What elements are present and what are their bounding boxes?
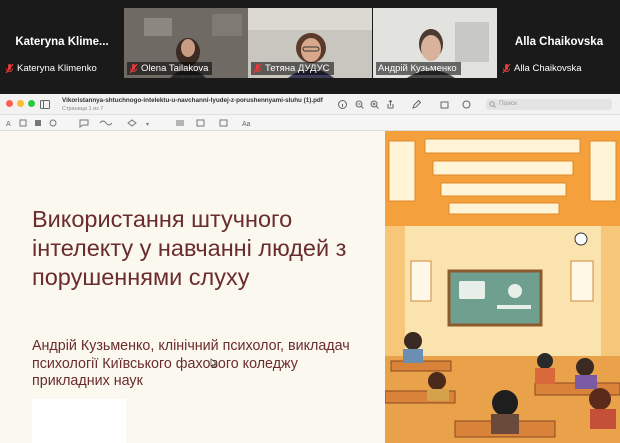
participant-tile[interactable]: Тетяна ДУДУС bbox=[248, 8, 372, 78]
info-icon[interactable] bbox=[338, 100, 347, 109]
share-icon[interactable] bbox=[386, 100, 395, 109]
participant-caption: Alla Chaikovska bbox=[500, 62, 586, 75]
zoom-window-button[interactable] bbox=[28, 100, 35, 107]
zoom-out-icon[interactable] bbox=[355, 100, 364, 109]
participant-caption-text: Kateryna Klimenko bbox=[17, 63, 97, 74]
mic-muted-icon bbox=[129, 63, 138, 74]
participant-caption-text: Alla Chaikovska bbox=[514, 63, 582, 74]
mic-muted-icon bbox=[502, 63, 511, 74]
slide-title: Використання штучного інтелекту у навчан… bbox=[32, 206, 347, 290]
annotation-tools[interactable]: A ▾ Aa bbox=[0, 115, 620, 131]
document-page-info: Страница 1 из 7 bbox=[62, 106, 104, 112]
search-field[interactable]: Поиск bbox=[486, 99, 612, 110]
annotation-toolbar: A ▾ Aa bbox=[0, 115, 620, 131]
mic-muted-icon bbox=[5, 63, 14, 74]
window-controls bbox=[6, 100, 35, 107]
participant-tile[interactable]: Olena Tailakova bbox=[124, 8, 248, 78]
participant-name: Alla Chaikovska bbox=[514, 36, 604, 48]
document-filename: Vikoristannya-shtuchnogo-intelektu-u-nav… bbox=[62, 97, 323, 104]
mic-muted-icon bbox=[253, 63, 262, 74]
pdf-viewer-window: Vikoristannya-shtuchnogo-intelektu-u-nav… bbox=[0, 94, 620, 443]
participant-tile[interactable]: Kateryna Klime... Kateryna Klimenko bbox=[0, 8, 124, 78]
svg-text:Aa: Aa bbox=[242, 121, 251, 128]
participant-caption: Kateryna Klimenko bbox=[3, 62, 101, 75]
participant-caption-text: Olena Tailakova bbox=[141, 63, 209, 74]
svg-text:▾: ▾ bbox=[146, 122, 149, 128]
search-placeholder: Поиск bbox=[499, 100, 518, 107]
highlight-icon[interactable] bbox=[462, 100, 471, 109]
classroom-illustration bbox=[385, 131, 620, 443]
participant-tile-active-speaker[interactable]: Андрій Кузьменко bbox=[373, 8, 497, 78]
viewer-titlebar: Vikoristannya-shtuchnogo-intelektu-u-nav… bbox=[0, 94, 620, 115]
rotate-icon[interactable] bbox=[440, 100, 449, 109]
search-icon bbox=[489, 101, 496, 108]
participant-caption: Olena Tailakova bbox=[127, 62, 213, 75]
markup-icon[interactable] bbox=[412, 100, 421, 109]
participant-name: Kateryna Klime... bbox=[15, 36, 109, 48]
minimize-window-button[interactable] bbox=[17, 100, 24, 107]
slide-subtitle: Андрій Кузьменко, клінічний психолог, ви… bbox=[32, 338, 350, 389]
participant-caption: Андрій Кузьменко bbox=[376, 62, 461, 75]
close-window-button[interactable] bbox=[6, 100, 13, 107]
participant-tile[interactable]: Alla Chaikovska Alla Chaikovska bbox=[497, 8, 620, 78]
mouse-pointer-icon bbox=[210, 358, 218, 368]
participant-strip: Kateryna Klime... Kateryna Klimenko Olen… bbox=[0, 0, 620, 82]
zoom-in-icon[interactable] bbox=[370, 100, 379, 109]
pdf-slide-page: Використання штучного інтелекту у навчан… bbox=[0, 131, 620, 443]
blank-rectangle bbox=[32, 399, 126, 443]
participant-caption: Тетяна ДУДУС bbox=[251, 62, 334, 75]
sidebar-icon[interactable] bbox=[40, 100, 50, 109]
participant-caption-text: Тетяна ДУДУС bbox=[265, 63, 330, 74]
svg-text:A: A bbox=[6, 121, 11, 128]
participant-caption-text: Андрій Кузьменко bbox=[378, 63, 457, 74]
